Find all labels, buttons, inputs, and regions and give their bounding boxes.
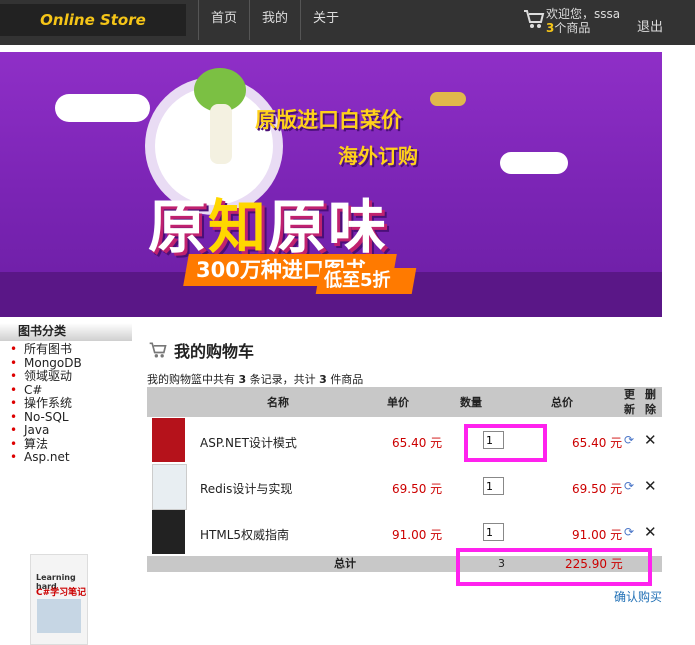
headline-mid: 知: [208, 193, 269, 261]
delete-icon[interactable]: ✕: [644, 431, 657, 449]
cloud-decoration: [430, 92, 466, 106]
book-name[interactable]: HTML5权威指南: [200, 526, 289, 543]
delete-icon[interactable]: ✕: [644, 477, 657, 495]
cabbage-icon: [194, 68, 246, 164]
store-logo[interactable]: Online Store: [0, 4, 186, 36]
unit-price: 69.50 元: [392, 482, 443, 496]
welcome-text: 欢迎您，sssa: [546, 7, 621, 21]
col-delete-2: 除: [645, 403, 656, 416]
row-total: 91.00 元: [572, 528, 623, 542]
book-cover[interactable]: [152, 418, 185, 462]
total-highlight-box: [456, 548, 652, 586]
footer-label: 总计: [334, 557, 356, 570]
cloud-decoration: [55, 94, 150, 122]
category-list: 所有图书 MongoDB 领域驱动 C# 操作系统 No-SQL Java 算法…: [10, 342, 82, 465]
headline-right: 原味: [268, 193, 389, 261]
unit-price: 65.40 元: [392, 436, 443, 450]
quantity-input[interactable]: [483, 477, 504, 495]
summary-mid: 条记录，共计: [249, 373, 316, 386]
cart-heading: 我的购物车: [148, 338, 254, 362]
confirm-purchase-link[interactable]: 确认购买: [614, 588, 662, 605]
category-item[interactable]: 算法: [10, 437, 82, 452]
cart-summary-link[interactable]: 欢迎您，sssa 3个商品: [522, 7, 620, 35]
cart-title: 我的购物车: [174, 342, 255, 361]
cart-summary-text: 欢迎您，sssa 3个商品: [546, 7, 620, 35]
category-item[interactable]: C#: [10, 383, 82, 398]
cart-row: ASP.NET设计模式 65.40 元 65.40 元 ⟳ ✕: [147, 418, 662, 464]
category-heading: 图书分类: [0, 323, 132, 341]
nav-home[interactable]: 首页: [199, 0, 251, 40]
col-total: 总价: [551, 396, 573, 409]
refresh-icon[interactable]: ⟳: [624, 526, 636, 538]
book-cover[interactable]: [152, 510, 185, 554]
col-refresh-2: 新: [624, 403, 635, 416]
summary-suffix: 件商品: [330, 373, 364, 386]
logout-link[interactable]: 退出: [637, 16, 663, 35]
refresh-icon[interactable]: ⟳: [624, 480, 636, 492]
banner-line2: 海外订购: [338, 144, 418, 168]
shopping-cart-icon: [524, 10, 545, 28]
cloud-decoration: [500, 152, 568, 174]
record-count: 3: [238, 373, 247, 386]
cart-row: Redis设计与实现 69.50 元 69.50 元 ⟳ ✕: [147, 464, 662, 510]
nav-about[interactable]: 关于: [301, 0, 351, 40]
col-refresh: 更新: [624, 387, 635, 417]
category-item[interactable]: MongoDB: [10, 356, 82, 371]
category-item[interactable]: Java: [10, 423, 82, 438]
category-item[interactable]: Asp.net: [10, 450, 82, 465]
cart-summary: 我的购物篮中共有 3 条记录，共计 3 件商品: [147, 371, 363, 387]
cart-table-header: 名称 单价 数量 总价 更新 删除: [147, 387, 662, 417]
unit-price: 91.00 元: [392, 528, 443, 542]
quantity-input[interactable]: [483, 523, 504, 541]
banner-headline: 原知原味: [148, 180, 388, 264]
headline-left: 原: [148, 193, 209, 261]
col-qty: 数量: [460, 396, 482, 409]
row-total: 69.50 元: [572, 482, 623, 496]
cart-heading-icon: [149, 342, 167, 358]
col-delete-1: 删: [645, 388, 656, 401]
banner-ribbon2: 低至5折: [315, 268, 417, 294]
category-item[interactable]: 领域驱动: [10, 369, 82, 384]
quantity-highlight-box: [464, 424, 547, 462]
top-navbar: Online Store 首页 我的 关于 欢迎您，sssa 3个商品 退出: [0, 0, 695, 45]
item-count: 3: [319, 373, 327, 386]
col-price: 单价: [387, 396, 409, 409]
summary-prefix: 我的购物篮中共有: [147, 373, 235, 386]
book-name[interactable]: ASP.NET设计模式: [200, 434, 297, 451]
row-total: 65.40 元: [572, 436, 623, 450]
ribbon2-text: 低至5折: [324, 270, 391, 291]
featured-book-subtitle: C#学习笔记: [36, 588, 87, 598]
featured-book-cover[interactable]: Learning hard C#学习笔记: [30, 554, 88, 645]
category-item[interactable]: 操作系统: [10, 396, 82, 411]
banner-line1: 原版进口白菜价: [255, 108, 402, 132]
main-nav: 首页 我的 关于: [198, 0, 351, 40]
col-name: 名称: [267, 396, 289, 409]
category-item[interactable]: No-SQL: [10, 410, 82, 425]
col-delete: 删除: [645, 387, 656, 417]
delete-icon[interactable]: ✕: [644, 523, 657, 541]
category-item[interactable]: 所有图书: [10, 342, 82, 357]
col-refresh-1: 更: [624, 388, 635, 401]
book-cover[interactable]: [152, 464, 187, 510]
cart-count-suffix: 个商品: [554, 21, 591, 35]
book-name[interactable]: Redis设计与实现: [200, 480, 292, 497]
featured-book-art: [37, 599, 81, 633]
nav-mine[interactable]: 我的: [250, 0, 302, 40]
refresh-icon[interactable]: ⟳: [624, 434, 636, 446]
